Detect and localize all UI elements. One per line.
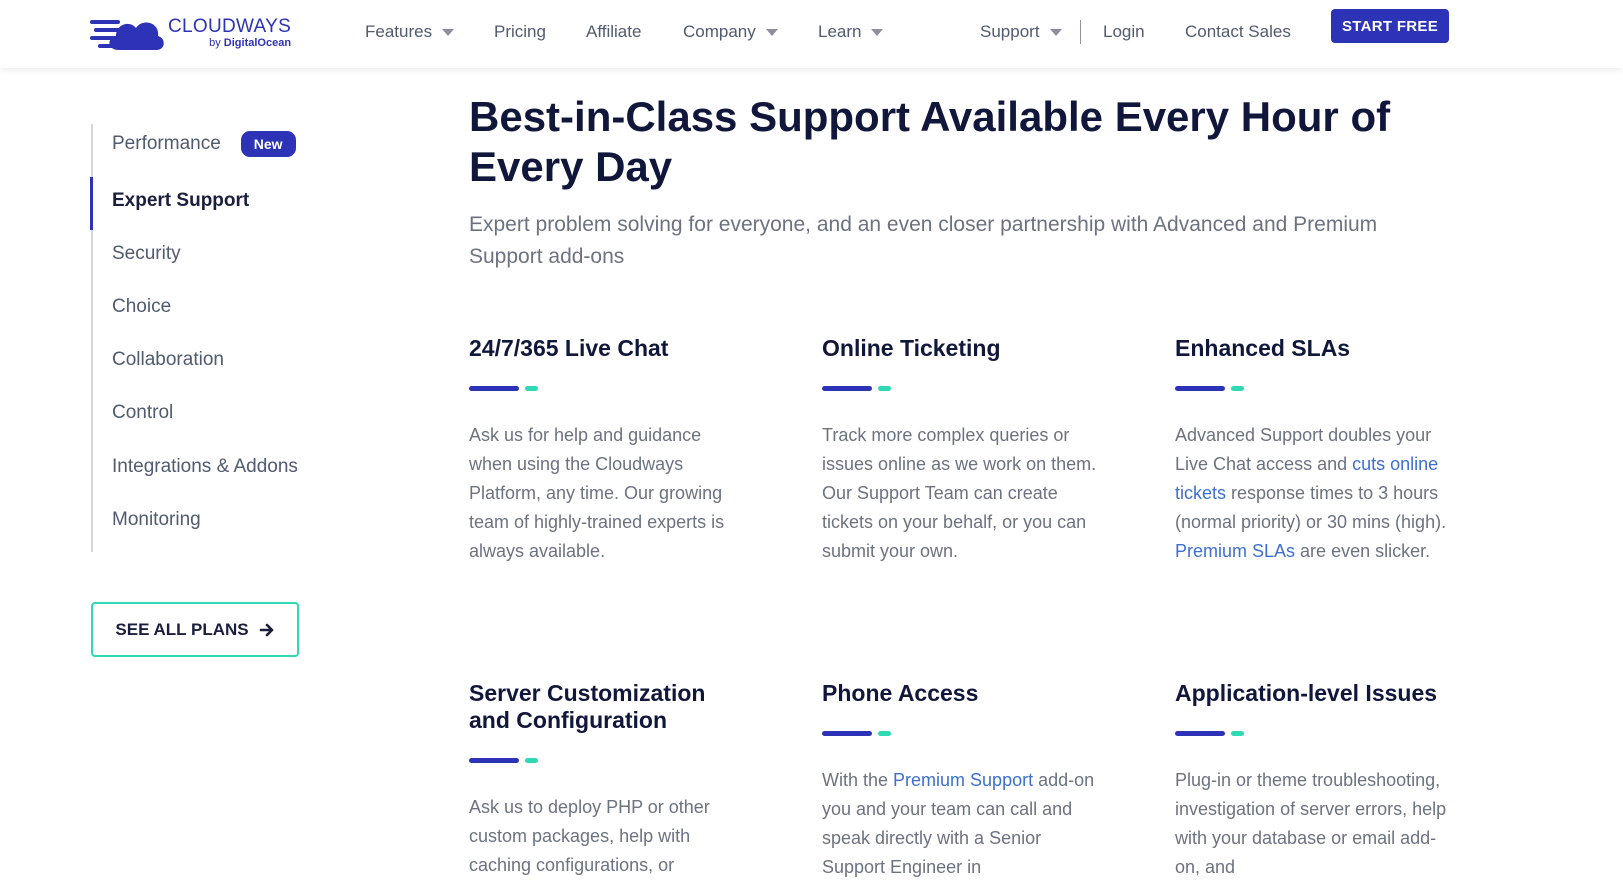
sidebar-item-label: Performance — [112, 133, 221, 154]
main-nav: Features — [365, 0, 455, 64]
logo-wordmark: CLOUDWAYS by DigitalOcean — [168, 17, 291, 49]
sidebar-item-integrations[interactable]: Integrations & Addons — [112, 456, 298, 478]
logo-by: by — [209, 37, 221, 49]
nav-contact-label: Contact Sales — [1185, 22, 1291, 41]
main-nav-pricing-wrap: Pricing — [494, 0, 546, 64]
accent-divider — [822, 386, 1102, 391]
logo-name: CLOUDWAYS — [168, 16, 292, 37]
nav-company[interactable]: Company — [683, 22, 778, 42]
feature-card-server-customization: Server Customization and Configuration A… — [469, 680, 749, 880]
feature-card-phone-access: Phone Access With the Premium Support ad… — [822, 680, 1102, 882]
sidebar-item-label: Collaboration — [112, 349, 224, 370]
feature-card-live-chat: 24/7/365 Live Chat Ask us for help and g… — [469, 335, 749, 566]
accent-divider — [469, 758, 749, 763]
sidebar-item-performance[interactable]: Performance New — [112, 131, 296, 157]
accent-divider — [1175, 386, 1455, 391]
nav-affiliate-label: Affiliate — [586, 22, 642, 41]
feature-card-title: Application-level Issues — [1175, 680, 1438, 706]
nav-support-label: Support — [980, 22, 1040, 41]
sidebar-item-label: Control — [112, 402, 174, 423]
nav-pricing[interactable]: Pricing — [494, 22, 546, 42]
sidebar-active-indicator — [90, 177, 93, 230]
sidebar-item-collaboration[interactable]: Collaboration — [112, 349, 224, 371]
main-nav-affiliate-wrap: Affiliate — [586, 0, 641, 64]
page-subtitle: Expert problem solving for everyone, and… — [469, 213, 1378, 268]
logo-subtitle: by DigitalOcean — [168, 38, 291, 49]
chevron-down-icon — [1049, 28, 1062, 36]
body-text: Ask us for help and guidance when using … — [469, 425, 725, 561]
feature-card-title: 24/7/365 Live Chat — [469, 335, 669, 361]
feature-card-application-issues: Application-level Issues Plug-in or them… — [1175, 680, 1455, 882]
feature-card-enhanced-slas: Enhanced SLAs Advanced Support doubles y… — [1175, 335, 1455, 566]
nav-learn-label: Learn — [818, 22, 862, 41]
cloudways-logo[interactable]: CLOUDWAYS by DigitalOcean — [90, 12, 300, 54]
nav-divider-wrap — [1080, 0, 1081, 64]
inline-link[interactable]: Premium SLAs — [1175, 541, 1295, 561]
sidebar-item-control[interactable]: Control — [112, 402, 173, 424]
sidebar-item-label: Monitoring — [112, 509, 201, 530]
arrow-right-icon — [259, 623, 273, 636]
sidebar-item-security[interactable]: Security — [112, 243, 181, 265]
accent-divider — [1175, 731, 1455, 736]
feature-card-title: Phone Access — [822, 680, 979, 706]
body-text: Plug-in or theme troubleshooting, invest… — [1175, 770, 1447, 877]
inline-link[interactable]: Premium Support — [893, 770, 1033, 790]
feature-card-body: Advanced Support doubles your Live Chat … — [1175, 421, 1455, 566]
see-all-plans-label: SEE ALL PLANS — [115, 619, 249, 639]
nav-login-label: Login — [1103, 22, 1145, 41]
nav-login[interactable]: Login — [1103, 22, 1145, 42]
right-nav-contact-wrap: Contact Sales — [1185, 0, 1291, 64]
body-text: Ask us to deploy PHP or other custom pac… — [469, 797, 710, 875]
feature-card-title: Server Customization and Configuration — [469, 680, 706, 733]
page-title: Best-in-Class Support Available Every Ho… — [469, 93, 1391, 190]
body-text: are even slicker. — [1295, 541, 1431, 561]
body-text: Track more complex queries or issues onl… — [822, 425, 1097, 561]
sidebar-item-label: Expert Support — [112, 190, 250, 211]
site-header: CLOUDWAYS by DigitalOcean Features Prici… — [0, 0, 1623, 68]
sidebar-item-expert-support[interactable]: Expert Support — [112, 190, 249, 212]
logo-brand: DigitalOcean — [223, 37, 292, 49]
feature-card-body: Ask us for help and guidance when using … — [469, 421, 749, 566]
sidebar-item-label: Security — [112, 243, 181, 264]
chevron-down-icon — [442, 28, 455, 36]
nav-support[interactable]: Support — [980, 22, 1062, 42]
see-all-plans-button[interactable]: SEE ALL PLANS — [91, 602, 299, 657]
nav-features-label: Features — [365, 22, 433, 41]
main-nav-learn-wrap: Learn — [818, 0, 884, 64]
nav-company-label: Company — [683, 22, 756, 41]
nav-learn[interactable]: Learn — [818, 22, 884, 42]
nav-affiliate[interactable]: Affiliate — [586, 22, 641, 42]
new-badge: New — [240, 131, 296, 157]
sidebar-item-choice[interactable]: Choice — [112, 296, 171, 318]
chevron-down-icon — [765, 28, 778, 36]
nav-pricing-label: Pricing — [494, 22, 546, 41]
right-nav-support-wrap: Support — [980, 0, 1062, 64]
feature-card-title: Enhanced SLAs — [1175, 335, 1351, 361]
feature-card-body: Track more complex queries or issues onl… — [822, 421, 1102, 566]
sidebar-item-label: Choice — [112, 296, 172, 317]
nav-contact-sales[interactable]: Contact Sales — [1185, 22, 1291, 42]
nav-divider — [1080, 20, 1081, 44]
start-free-button[interactable]: START FREE — [1331, 9, 1449, 43]
feature-card-title: Online Ticketing — [822, 335, 1001, 361]
accent-divider — [469, 386, 749, 391]
main-nav-company-wrap: Company — [683, 0, 778, 64]
sidebar-item-label: Integrations & Addons — [112, 456, 298, 477]
cloud-logo-icon — [90, 20, 164, 50]
feature-card-body: Plug-in or theme troubleshooting, invest… — [1175, 766, 1455, 882]
accent-divider — [822, 731, 1102, 736]
feature-card-body: With the Premium Support add-on you and … — [822, 766, 1102, 882]
right-nav-login-wrap: Login — [1103, 0, 1145, 64]
feature-card-online-ticketing: Online Ticketing Track more complex quer… — [822, 335, 1102, 566]
feature-card-body: Ask us to deploy PHP or other custom pac… — [469, 793, 749, 880]
sidebar-item-monitoring[interactable]: Monitoring — [112, 509, 201, 531]
chevron-down-icon — [871, 28, 884, 36]
nav-features[interactable]: Features — [365, 22, 455, 42]
body-text: With the — [822, 770, 894, 790]
